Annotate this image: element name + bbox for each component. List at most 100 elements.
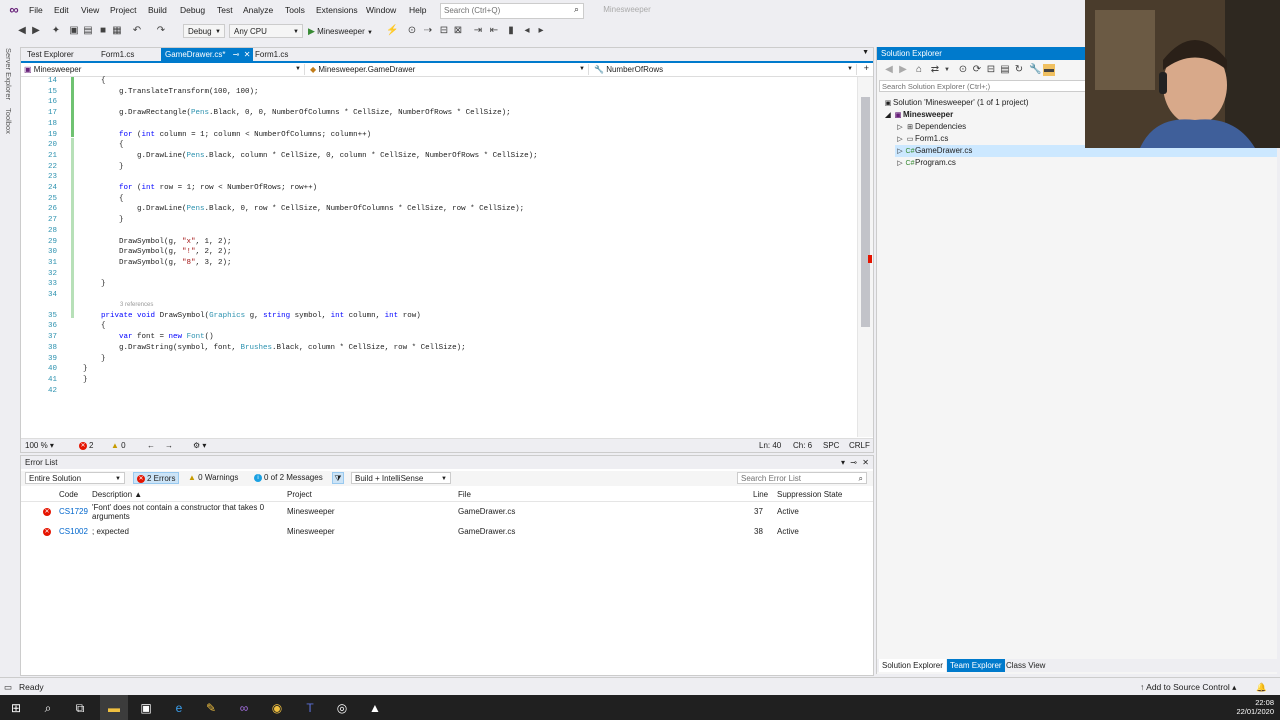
- scrollbar-thumb[interactable]: [861, 97, 870, 327]
- code-line[interactable]: 33 }: [21, 280, 857, 291]
- bookmark-icon[interactable]: ▮: [505, 25, 517, 37]
- menu-project[interactable]: Project: [110, 5, 136, 15]
- code-line[interactable]: 25 {: [21, 195, 857, 206]
- column-code[interactable]: Code: [59, 488, 78, 501]
- code-line[interactable]: 39 }: [21, 355, 857, 366]
- code-line[interactable]: 22 }: [21, 163, 857, 174]
- notifications-icon[interactable]: 🔔: [1256, 678, 1267, 696]
- photos-icon[interactable]: ▲: [367, 700, 383, 716]
- save-icon[interactable]: ■: [97, 25, 109, 37]
- source-control-button[interactable]: ↑ Add to Source Control ▴: [1140, 678, 1236, 696]
- editor-vertical-scrollbar[interactable]: [857, 77, 873, 437]
- start-debugging-button[interactable]: ▶ Minesweeper ▼: [308, 24, 373, 38]
- project-dropdown[interactable]: ▣ Minesweeper ▼: [21, 64, 305, 75]
- code-line[interactable]: 40}: [21, 365, 857, 376]
- warnings-filter-button[interactable]: ▲ 0 Warnings: [185, 472, 241, 484]
- error-code[interactable]: CS1002: [59, 527, 88, 536]
- menu-file[interactable]: File: [29, 5, 43, 15]
- menu-build[interactable]: Build: [148, 5, 167, 15]
- code-line[interactable]: 37 var font = new Font(): [21, 333, 857, 344]
- code-line[interactable]: 31 DrawSymbol(g, "8", 3, 2);: [21, 259, 857, 270]
- member-dropdown[interactable]: 🔧 NumberOfRows ▼: [591, 64, 857, 75]
- close-icon[interactable]: ✕: [862, 456, 869, 469]
- edge-icon[interactable]: e: [171, 700, 187, 716]
- new-item-icon[interactable]: ✦: [50, 25, 62, 37]
- save-all-icon[interactable]: ▦: [111, 25, 123, 37]
- search-icon[interactable]: ⌕: [40, 700, 56, 716]
- code-line[interactable]: 15 g.TranslateTransform(100, 100);: [21, 88, 857, 99]
- references-codelens[interactable]: 3 references: [120, 302, 153, 308]
- windows-start-icon[interactable]: ⊞: [8, 700, 24, 716]
- code-line[interactable]: 34: [21, 291, 857, 302]
- error-row[interactable]: ✕ CS1002 ; expected Minesweeper GameDraw…: [21, 523, 873, 541]
- browse-icon[interactable]: ⊙: [406, 25, 418, 37]
- code-editor[interactable]: 14 {15 g.TranslateTransform(100, 100); 16…: [21, 77, 857, 437]
- open-icon[interactable]: ▤: [82, 25, 94, 37]
- warning-count[interactable]: ▲ 0: [111, 439, 126, 452]
- code-line[interactable]: 19 for (int column = 1; column < NumberO…: [21, 131, 857, 142]
- code-line[interactable]: 42: [21, 387, 857, 398]
- teams-icon[interactable]: T: [302, 700, 318, 716]
- tree-solution[interactable]: ▣ Solution 'Minesweeper' (1 of 1 project): [883, 97, 1029, 109]
- column-suppression-state[interactable]: Suppression State: [777, 488, 842, 501]
- sync-icon[interactable]: ⟳: [971, 64, 983, 76]
- code-line[interactable]: 35 private void DrawSymbol(Graphics g, s…: [21, 312, 857, 323]
- format-icon[interactable]: ⊟: [438, 25, 450, 37]
- back-icon[interactable]: ◀: [883, 64, 895, 76]
- code-line[interactable]: 16: [21, 98, 857, 109]
- tab-solution-explorer[interactable]: Solution Explorer: [879, 659, 946, 672]
- code-line[interactable]: 36 {: [21, 322, 857, 333]
- split-add-icon[interactable]: +: [864, 63, 869, 73]
- whitespace-mode[interactable]: SPC: [823, 439, 839, 452]
- dropdown-icon[interactable]: ▾: [841, 456, 845, 469]
- code-line[interactable]: 32: [21, 270, 857, 281]
- messages-filter-button[interactable]: i0 of 2 Messages: [251, 472, 326, 484]
- code-line[interactable]: 23: [21, 173, 857, 184]
- preview-icon[interactable]: ▬: [1043, 64, 1055, 76]
- error-count[interactable]: ✕ 2: [79, 439, 93, 452]
- properties-icon[interactable]: 🔧: [1029, 64, 1041, 76]
- error-row[interactable]: ✕ CS1729 'Font' does not contain a const…: [21, 503, 873, 523]
- error-code[interactable]: CS1729: [59, 507, 88, 516]
- terminal-icon[interactable]: ▣: [138, 700, 154, 716]
- collapse-all-icon[interactable]: ⊟: [985, 64, 997, 76]
- build-filter-select[interactable]: Build + IntelliSense ▼: [351, 472, 451, 484]
- hot-reload-icon[interactable]: ⚡: [386, 25, 398, 37]
- toolbox-tab[interactable]: Toolbox: [4, 108, 13, 134]
- line-endings[interactable]: CRLF: [849, 439, 870, 452]
- pin-icon[interactable]: ⊸: [233, 48, 240, 61]
- pin-icon[interactable]: ⊸: [850, 456, 857, 469]
- code-line[interactable]: 17 g.DrawRectangle(Pens.Black, 0, 0, Num…: [21, 109, 857, 120]
- file-explorer-icon[interactable]: ▬: [106, 700, 122, 716]
- back-icon[interactable]: ◀: [16, 25, 28, 37]
- comment-icon[interactable]: ⊠: [452, 25, 464, 37]
- search-input[interactable]: Search (Ctrl+Q) ⌕: [440, 3, 584, 19]
- code-line[interactable]: 27 }: [21, 216, 857, 227]
- close-icon[interactable]: ✕: [244, 48, 251, 61]
- code-line[interactable]: 20 {: [21, 141, 857, 152]
- tree-dependencies[interactable]: ▷ ⊞ Dependencies: [895, 121, 966, 133]
- undo-icon[interactable]: ↶: [131, 25, 143, 37]
- visual-studio-icon[interactable]: ∞: [236, 700, 252, 716]
- tab-gamedrawer-cs[interactable]: GameDrawer.cs* ⊸ ✕: [161, 48, 254, 61]
- column-project[interactable]: Project: [287, 488, 312, 501]
- configuration-select[interactable]: Debug ▼: [183, 24, 225, 38]
- column-line[interactable]: Line: [753, 488, 768, 501]
- menu-help[interactable]: Help: [409, 5, 426, 15]
- errors-filter-button[interactable]: ✕ 2 Errors: [133, 472, 180, 484]
- menu-test[interactable]: Test: [217, 5, 233, 15]
- code-line[interactable]: 41}: [21, 376, 857, 387]
- next-bookmark-icon[interactable]: ▸: [535, 25, 547, 37]
- column-description[interactable]: Description ▲: [92, 488, 142, 501]
- tab-form1-cs-designer[interactable]: Form1.cs: [251, 48, 292, 61]
- server-explorer-tab[interactable]: Server Explorer: [4, 48, 13, 100]
- menu-tools[interactable]: Tools: [285, 5, 305, 15]
- forward-icon[interactable]: ▶: [897, 64, 909, 76]
- zoom-level[interactable]: 100 % ▾: [25, 439, 54, 452]
- code-line[interactable]: 38 g.DrawString(symbol, font, Brushes.Bl…: [21, 344, 857, 355]
- tab-test-explorer[interactable]: Test Explorer: [23, 48, 78, 61]
- platform-select[interactable]: Any CPU ▼: [229, 24, 303, 38]
- refresh-icon[interactable]: ↻: [1013, 64, 1025, 76]
- forward-icon[interactable]: ▶: [30, 25, 42, 37]
- menu-analyze[interactable]: Analyze: [243, 5, 273, 15]
